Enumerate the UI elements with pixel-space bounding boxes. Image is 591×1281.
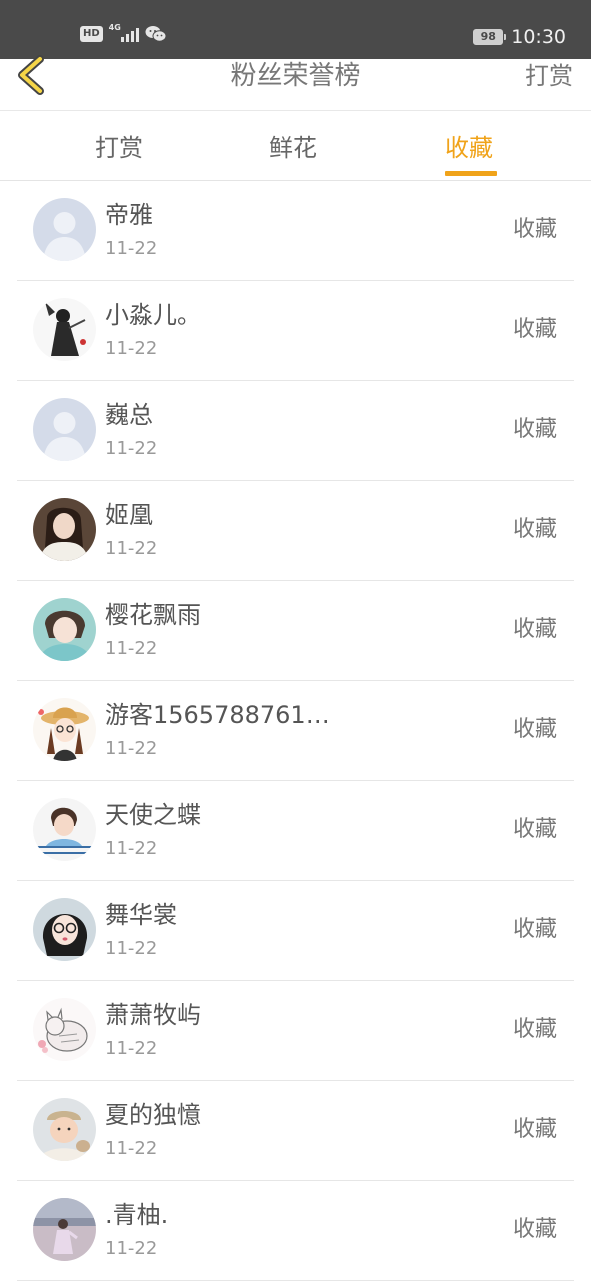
list-item[interactable]: 樱花飘雨 11-22 收藏 [17,581,574,681]
list-item[interactable]: 巍总 11-22 收藏 [17,381,574,481]
tab-favorites[interactable]: 收藏 [445,131,493,165]
fan-name: 小淼儿。 [105,301,201,329]
fan-date: 11-22 [105,838,158,859]
fan-action: 收藏 [512,517,557,542]
fan-date: 11-22 [105,238,158,259]
baby-photo-avatar [33,1098,96,1161]
fan-name: 舞华裳 [105,901,177,929]
fan-action: 收藏 [512,1017,557,1042]
fan-name: .青柚. [105,1201,169,1229]
battery-level: 98 [480,30,496,43]
status-left-icons: HD 4G [80,23,167,44]
fan-name: 巍总 [105,401,153,429]
fan-name: 萧萧牧屿 [105,1001,201,1029]
fan-date: 11-22 [105,638,158,659]
list-item[interactable]: 小淼儿。 11-22 收藏 [17,281,574,381]
fan-name: 夏的独憶 [105,1101,201,1129]
battery-icon: 98 [473,29,507,45]
kid-photo-avatar [33,798,96,861]
cat-sketch-avatar [33,998,96,1061]
fan-action: 收藏 [512,817,557,842]
list-item[interactable]: 舞华裳 11-22 收藏 [17,881,574,981]
list-item[interactable]: 萧萧牧屿 11-22 收藏 [17,981,574,1081]
fan-date: 11-22 [105,1038,158,1059]
fan-action: 收藏 [512,1117,557,1142]
tab-flowers[interactable]: 鲜花 [269,131,317,165]
fan-date: 11-22 [105,338,158,359]
hd-voice-icon: HD [80,26,103,42]
fan-action: 收藏 [512,1217,557,1242]
list-item[interactable]: 天使之蝶 11-22 收藏 [17,781,574,881]
fan-action: 收藏 [512,417,557,442]
tab-bar: 打赏 鲜花 收藏 [0,111,591,181]
fan-action: 收藏 [512,717,557,742]
fan-action: 收藏 [512,317,557,342]
fan-action: 收藏 [512,217,557,242]
status-bar: HD 4G 98 10:30 [0,0,591,59]
fan-name: 游客1565788761… [105,701,330,729]
fan-name: 樱花飘雨 [105,601,201,629]
fan-date: 11-22 [105,538,158,559]
list-item[interactable]: .青柚. 11-22 收藏 [17,1181,574,1281]
list-item[interactable]: 夏的独憶 11-22 收藏 [17,1081,574,1181]
fan-date: 11-22 [105,1238,158,1259]
tip-button[interactable]: 打赏 [525,59,573,93]
fan-action: 收藏 [512,617,557,642]
fan-date: 11-22 [105,1138,158,1159]
default-avatar-icon [33,398,96,461]
fan-action: 收藏 [512,917,557,942]
list-item[interactable]: 姬凰 11-22 收藏 [17,481,574,581]
nav-bar: 粉丝荣誉榜 打赏 [0,55,591,111]
list-item[interactable]: 帝雅 11-22 收藏 [17,181,574,281]
girl-photo-avatar [33,498,96,561]
status-right: 98 10:30 [473,26,566,48]
fan-date: 11-22 [105,438,158,459]
fan-list: 帝雅 11-22 收藏 小淼儿。 11-22 收藏 巍总 11-22 收藏 姬凰… [0,181,591,1281]
default-avatar-icon [33,198,96,261]
status-time: 10:30 [511,26,566,48]
beach-girl-avatar [33,1198,96,1261]
wechat-icon [145,26,167,42]
girl-teal-avatar [33,598,96,661]
fan-date: 11-22 [105,738,158,759]
list-item[interactable]: 游客1565788761… 11-22 收藏 [17,681,574,781]
fan-name: 帝雅 [105,201,153,229]
fan-name: 天使之蝶 [105,801,201,829]
fan-name: 姬凰 [105,501,153,529]
active-tab-indicator [445,171,497,176]
glasses-girl-avatar [33,898,96,961]
fan-date: 11-22 [105,938,158,959]
ink-girl-avatar [33,298,96,361]
tab-tips[interactable]: 打赏 [95,131,143,165]
page-title: 粉丝荣誉榜 [230,61,361,91]
cartoon-hat-girl-avatar [33,698,96,761]
signal-icon: 4G [109,23,139,44]
